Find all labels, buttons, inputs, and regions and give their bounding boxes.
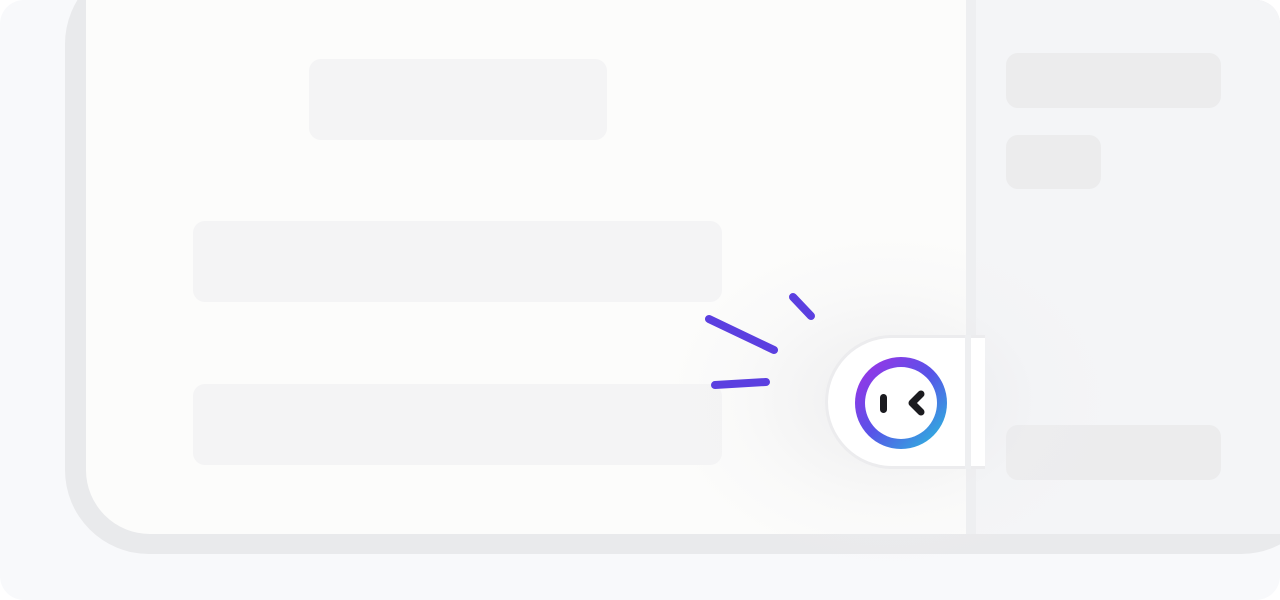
sparkle-lines-icon (705, 293, 815, 389)
sidebar-placeholder-2 (1006, 135, 1101, 189)
title-placeholder (309, 59, 607, 140)
sidebar-placeholder-3 (1006, 425, 1221, 480)
main-content-panel (86, 0, 966, 534)
launcher-tab-edge (965, 335, 971, 469)
sidebar-panel (966, 0, 1280, 534)
content-placeholder-2 (193, 384, 722, 465)
app-background (0, 0, 1280, 600)
sidebar-placeholder-1 (1006, 53, 1221, 108)
smiling-face-icon[interactable] (855, 357, 947, 449)
content-placeholder-1 (193, 221, 722, 302)
